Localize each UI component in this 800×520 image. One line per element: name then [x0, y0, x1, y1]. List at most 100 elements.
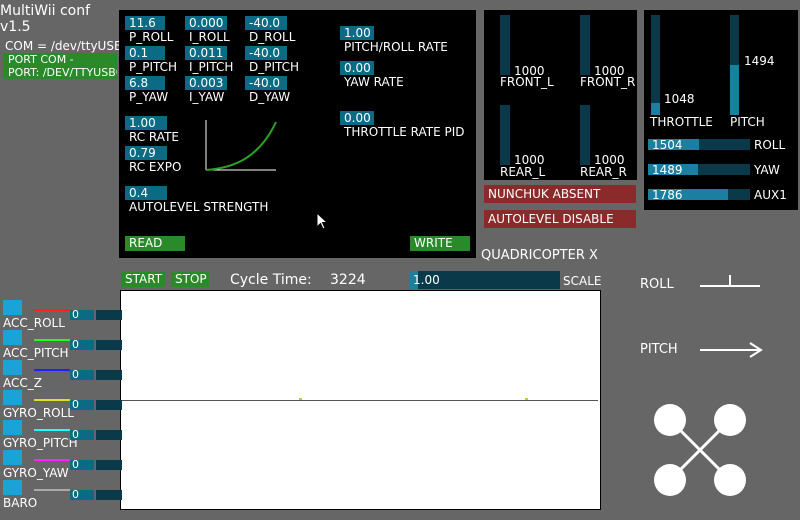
stop-button[interactable]: STOP — [171, 272, 209, 287]
autolevel-status: AUTOLEVEL DISABLE — [484, 210, 636, 228]
i-pitch-label: I_PITCH — [189, 60, 234, 74]
i-roll-label: I_ROLL — [189, 30, 230, 44]
sensor-list: ACC_ROLL 0 ACC_PITCH 0 ACC_Z 0 GYRO_ROLL… — [0, 300, 122, 510]
app-title: MultiWii conf — [0, 3, 91, 19]
sensor-bar — [96, 370, 122, 380]
sensor-color-line — [34, 459, 70, 461]
sensor-color-line — [34, 489, 70, 491]
sensor-value: 0 — [70, 459, 94, 470]
scale-value: 1.00 — [413, 273, 440, 287]
aux1-label: AUX1 — [754, 188, 787, 202]
write-button[interactable]: WRITE — [410, 236, 470, 251]
sensor-toggle[interactable] — [3, 480, 22, 495]
pitch-label: PITCH — [730, 115, 765, 129]
com-port-label: COM = /dev/ttyUSB0 — [5, 39, 130, 53]
sensor-value: 0 — [70, 399, 94, 410]
sensor-color-line — [34, 399, 70, 401]
sensor-toggle[interactable] — [3, 450, 22, 465]
sensor-row: GYRO_YAW 0 — [0, 450, 122, 480]
sensor-value: 0 — [70, 429, 94, 440]
cycle-time-value: 3224 — [330, 272, 366, 288]
port-select-line1: PORT COM - — [8, 53, 74, 66]
rc-expo-label: RC EXPO — [129, 160, 182, 174]
port-select-button[interactable]: PORT COM - PORT: /DEV/TTYUSB0 — [3, 53, 117, 79]
aux1-value: 1786 — [652, 188, 683, 202]
p-yaw-value[interactable]: 6.8 — [125, 76, 165, 90]
sensor-name: GYRO_PITCH — [3, 436, 78, 450]
p-yaw-label: P_YAW — [129, 90, 169, 104]
motor-panel: 1000 FRONT_L 1000 FRONT_R 1000 REAR_L 10… — [484, 10, 637, 180]
yaw-value: 1489 — [652, 163, 683, 177]
i-pitch-value[interactable]: 0.011 — [185, 46, 227, 60]
sensor-bar — [96, 340, 122, 350]
quadcopter-x-icon — [654, 404, 746, 496]
d-roll-label: D_ROLL — [249, 30, 296, 44]
throttle-value: 1048 — [664, 92, 695, 106]
roll-value: 1504 — [652, 138, 683, 152]
rc-expo-value[interactable]: 0.79 — [125, 146, 167, 160]
sensor-toggle[interactable] — [3, 300, 22, 315]
motor-rear-r-label: REAR_R — [580, 165, 627, 179]
port-select-line2: PORT: /DEV/TTYUSB0 — [8, 66, 117, 79]
yaw-label: YAW — [754, 163, 780, 177]
roll-indicator-icon — [700, 275, 760, 287]
cycle-time-label: Cycle Time: — [230, 272, 312, 288]
yaw-rate-label: YAW RATE — [344, 75, 404, 89]
sensor-name: BARO — [3, 496, 38, 510]
p-pitch-value[interactable]: 0.1 — [125, 46, 165, 60]
d-yaw-value[interactable]: -40.0 — [245, 76, 287, 90]
sensor-row: GYRO_ROLL 0 — [0, 390, 122, 420]
quad-type-label: QUADRICOPTER X — [481, 248, 598, 263]
throttle-label: THROTTLE — [650, 115, 713, 129]
graph-baseline — [121, 400, 598, 401]
start-button[interactable]: START — [121, 272, 165, 287]
sensor-toggle[interactable] — [3, 360, 22, 375]
attitude-roll-label: ROLL — [640, 277, 674, 292]
i-yaw-value[interactable]: 0.003 — [185, 76, 227, 90]
sensor-row: ACC_Z 0 — [0, 360, 122, 390]
sensor-bar — [96, 460, 122, 470]
scale-slider[interactable]: 1.00 — [410, 271, 560, 289]
d-roll-value[interactable]: -40.0 — [245, 16, 287, 30]
sensor-name: ACC_ROLL — [3, 316, 65, 330]
sensor-bar — [96, 490, 122, 500]
graph-marker-1 — [299, 398, 302, 400]
sensor-color-line — [34, 369, 70, 371]
pitch-value: 1494 — [744, 54, 775, 68]
p-roll-value[interactable]: 11.6 — [125, 16, 165, 30]
motor-front-l-label: FRONT_L — [500, 75, 554, 89]
rc-rate-label: RC RATE — [129, 130, 179, 144]
d-pitch-label: D_PITCH — [249, 60, 300, 74]
i-roll-value[interactable]: 0.000 — [185, 16, 227, 30]
sensor-name: ACC_PITCH — [3, 346, 69, 360]
autolevel-label: AUTOLEVEL STRENGTH — [129, 200, 269, 214]
sensor-toggle[interactable] — [3, 330, 22, 345]
sensor-value: 0 — [70, 369, 94, 380]
read-button[interactable]: READ — [125, 236, 185, 251]
sensor-color-line — [34, 429, 70, 431]
rc-rate-value[interactable]: 1.00 — [125, 116, 167, 130]
sensor-value: 0 — [70, 489, 94, 500]
sensor-bar — [96, 430, 122, 440]
throttle-rate-value[interactable]: 0.00 — [340, 111, 374, 125]
scale-label: SCALE — [563, 274, 602, 288]
d-pitch-value[interactable]: -40.0 — [245, 46, 287, 60]
sensor-toggle[interactable] — [3, 390, 22, 405]
pitch-roll-rate-value[interactable]: 1.00 — [340, 26, 374, 40]
sensor-row: ACC_PITCH 0 — [0, 330, 122, 360]
autolevel-value[interactable]: 0.4 — [125, 186, 167, 200]
pitch-bar-fill — [730, 65, 739, 115]
pitch-roll-rate-label: PITCH/ROLL RATE — [344, 40, 448, 54]
sensor-row: BARO 0 — [0, 480, 122, 510]
i-yaw-label: I_YAW — [189, 90, 225, 104]
d-yaw-label: D_YAW — [249, 90, 291, 104]
yaw-rate-value[interactable]: 0.00 — [340, 61, 374, 75]
sensor-toggle[interactable] — [3, 420, 22, 435]
mouse-cursor-icon — [316, 212, 328, 230]
nunchuk-status: NUNCHUK ABSENT — [484, 185, 636, 203]
motor-front-r-bar — [580, 15, 590, 75]
pid-panel: 11.6 P_ROLL 0.000 I_ROLL -40.0 D_ROLL 0.… — [119, 10, 476, 258]
throttle-bar — [651, 15, 660, 115]
sensor-row: GYRO_PITCH 0 — [0, 420, 122, 450]
sensor-name: GYRO_YAW — [3, 466, 69, 480]
